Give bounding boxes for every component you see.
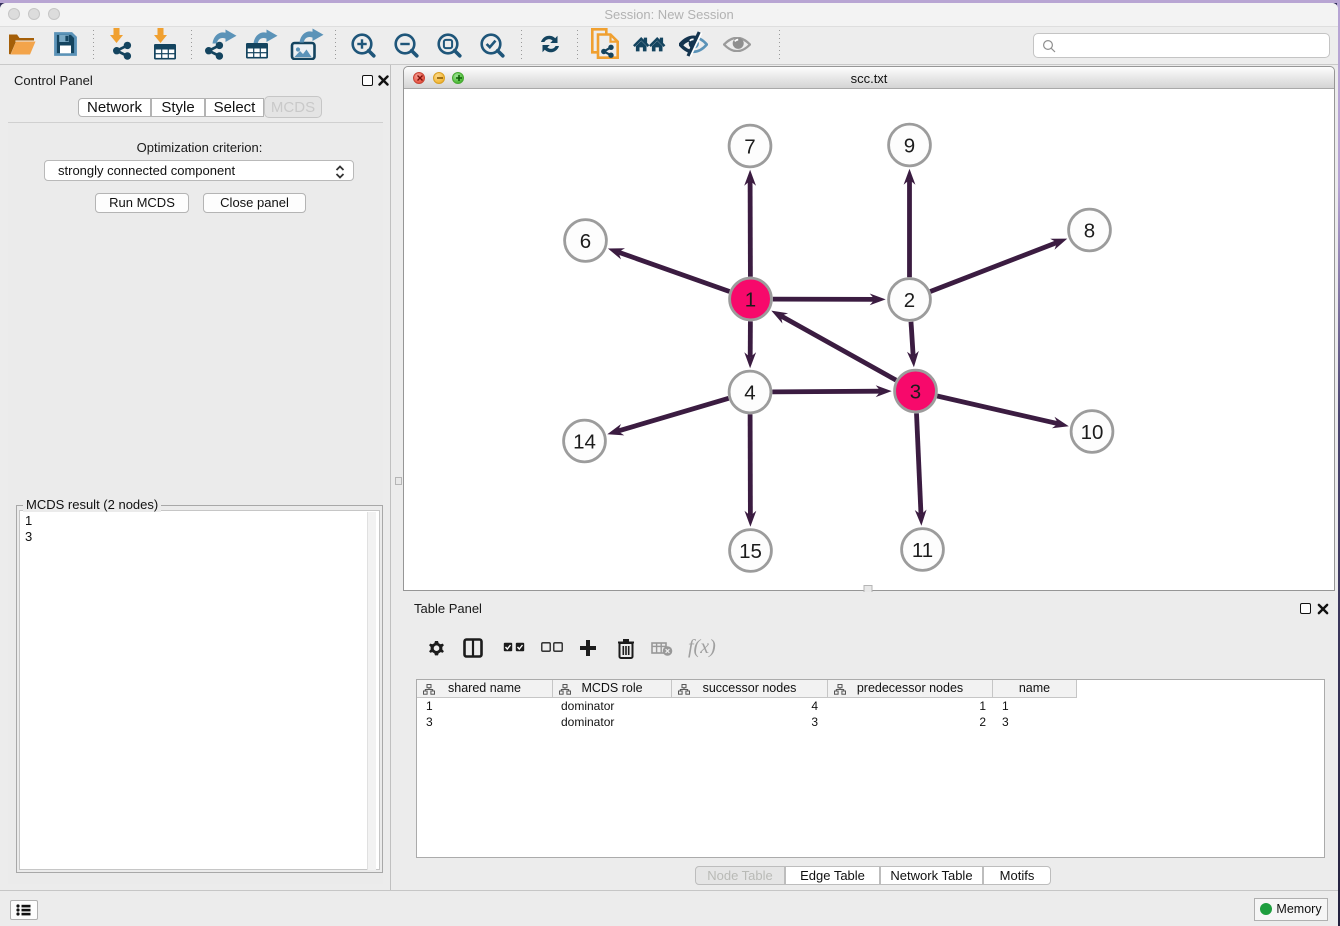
- svg-text:11: 11: [912, 538, 933, 561]
- svg-text:4: 4: [744, 381, 755, 404]
- svg-text:7: 7: [744, 135, 755, 158]
- svg-text:1: 1: [745, 288, 756, 311]
- svg-text:9: 9: [904, 134, 915, 157]
- svg-text:15: 15: [739, 539, 762, 562]
- svg-text:6: 6: [580, 229, 591, 252]
- svg-text:3: 3: [910, 380, 921, 403]
- svg-text:2: 2: [904, 288, 915, 311]
- svg-text:8: 8: [1084, 219, 1095, 242]
- svg-text:14: 14: [573, 430, 596, 453]
- svg-text:10: 10: [1081, 420, 1104, 443]
